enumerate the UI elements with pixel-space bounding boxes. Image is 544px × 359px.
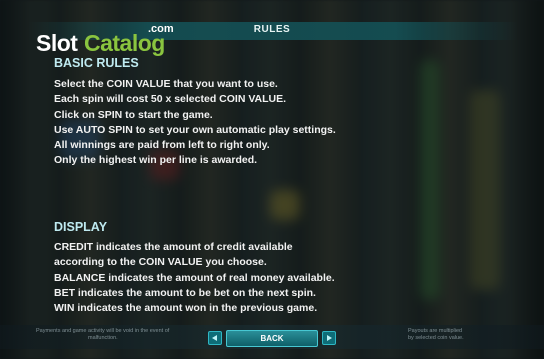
- basic-rules-list: Select the COIN VALUE that you want to u…: [54, 77, 336, 169]
- display-heading: DISPLAY: [54, 220, 108, 234]
- page-title: RULES: [253, 24, 291, 35]
- footer-left-note-line: Payments and game activity will be void …: [36, 328, 170, 334]
- display-list: CREDIT indicates the amount of credit av…: [54, 240, 335, 316]
- display-item: BALANCE indicates the amount of real mon…: [54, 271, 335, 284]
- display-item: WIN indicates the amount won in the prev…: [54, 302, 318, 315]
- next-page-button[interactable]: [322, 331, 336, 345]
- footer-right-note-line: Payouts are multiplied: [408, 328, 463, 334]
- rule-item: Each spin will cost 50 x selected COIN V…: [54, 93, 287, 106]
- triangle-right-icon: [327, 335, 332, 341]
- rule-item: Use AUTO SPIN to set your own automatic …: [54, 123, 336, 136]
- logo-text-slot: Slot: [36, 30, 78, 56]
- rule-item: Only the highest win per line is awarded…: [54, 154, 258, 167]
- triangle-left-icon: [212, 335, 217, 341]
- rule-item: Click on SPIN to start the game.: [54, 108, 213, 121]
- footer-left-note: Payments and game activity will be void …: [36, 328, 169, 342]
- display-item: according to the COIN VALUE you choose.: [54, 256, 267, 269]
- basic-rules-heading: BASIC RULES: [54, 56, 139, 70]
- footer-right-note: Payouts are multiplied by selected coin …: [408, 328, 464, 342]
- display-item: BET indicates the amount to be bet on th…: [54, 286, 316, 299]
- prev-page-button[interactable]: [208, 331, 222, 345]
- back-button[interactable]: BACK: [226, 330, 318, 347]
- footer-right-note-line: by selected coin value.: [408, 335, 464, 341]
- rule-item: Select the COIN VALUE that you want to u…: [54, 78, 278, 90]
- display-item: CREDIT indicates the amount of credit av…: [54, 241, 293, 253]
- rule-item: All winnings are paid from left to right…: [54, 139, 270, 152]
- footer-left-note-line: malfunction.: [88, 335, 118, 341]
- logo-text-com: .com: [148, 23, 174, 35]
- slotcatalog-watermark-logo: Slot Catalog .com: [36, 23, 186, 58]
